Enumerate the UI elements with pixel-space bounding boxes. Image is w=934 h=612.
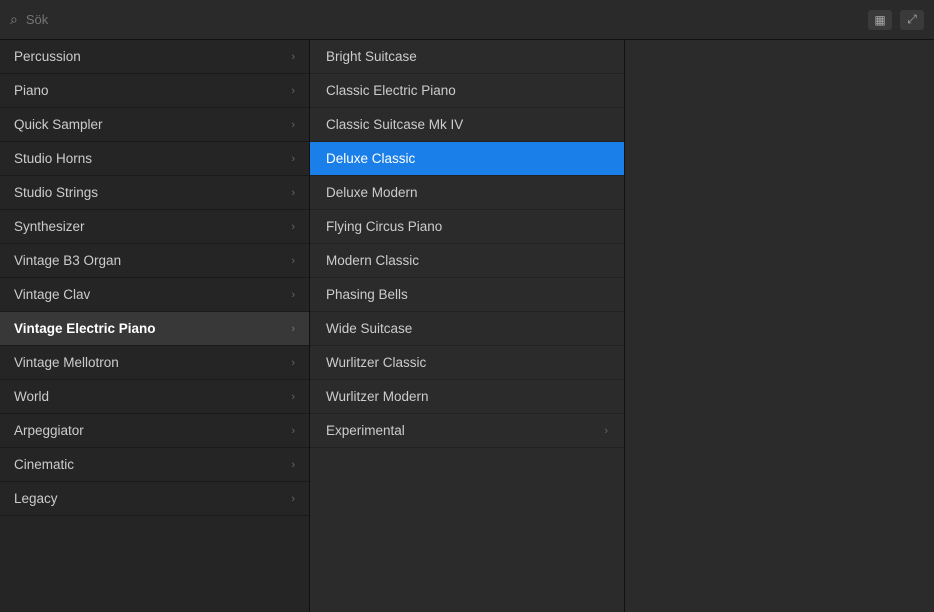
left-panel-item-label: Piano [14, 83, 49, 98]
middle-panel-item-label: Classic Suitcase Mk IV [326, 117, 463, 132]
middle-panel-item[interactable]: Flying Circus Piano [310, 210, 624, 244]
chevron-right-icon: › [291, 493, 295, 505]
left-panel-item-label: Legacy [14, 491, 58, 506]
right-panel [625, 40, 934, 612]
left-panel-item[interactable]: Synthesizer › [0, 210, 309, 244]
left-panel-item[interactable]: Vintage Electric Piano › [0, 312, 309, 346]
middle-panel-item[interactable]: Wide Suitcase [310, 312, 624, 346]
chevron-right-icon: › [291, 255, 295, 267]
grid-icon: ▦ [874, 13, 885, 27]
chevron-right-icon: › [604, 425, 608, 437]
chevron-right-icon: › [291, 289, 295, 301]
left-panel-item[interactable]: Percussion › [0, 40, 309, 74]
middle-panel-item[interactable]: Experimental › [310, 414, 624, 448]
left-panel-item[interactable]: Legacy › [0, 482, 309, 516]
middle-panel-item-label: Flying Circus Piano [326, 219, 442, 234]
left-panel-item-label: Quick Sampler [14, 117, 103, 132]
middle-panel-item-label: Wurlitzer Classic [326, 355, 426, 370]
middle-panel-item[interactable]: Wurlitzer Classic [310, 346, 624, 380]
grid-view-button[interactable]: ▦ [868, 10, 892, 30]
middle-panel-item-label: Wurlitzer Modern [326, 389, 429, 404]
left-panel-item[interactable]: Arpeggiator › [0, 414, 309, 448]
chevron-right-icon: › [291, 221, 295, 233]
left-panel-item[interactable]: World › [0, 380, 309, 414]
middle-panel-item-label: Phasing Bells [326, 287, 408, 302]
middle-panel-item[interactable]: Deluxe Classic [310, 142, 624, 176]
left-panel-item[interactable]: Vintage B3 Organ › [0, 244, 309, 278]
search-icon: ⌕ [10, 11, 18, 28]
middle-panel-item-label: Experimental [326, 423, 405, 438]
chevron-right-icon: › [291, 187, 295, 199]
middle-panel-item-label: Bright Suitcase [326, 49, 417, 64]
middle-panel-item[interactable]: Phasing Bells [310, 278, 624, 312]
left-panel-item[interactable]: Quick Sampler › [0, 108, 309, 142]
left-panel-item-label: World [14, 389, 49, 404]
collapse-button[interactable]: ⤢ [900, 10, 924, 30]
search-bar: ⌕ Sök ▦ ⤢ [0, 0, 934, 40]
left-panel-item[interactable]: Vintage Clav › [0, 278, 309, 312]
left-panel-item[interactable]: Cinematic › [0, 448, 309, 482]
left-panel: Percussion › Piano › Quick Sampler › Stu… [0, 40, 310, 612]
left-panel-item-label: Vintage B3 Organ [14, 253, 121, 268]
search-input[interactable]: Sök [26, 12, 860, 27]
chevron-right-icon: › [291, 357, 295, 369]
middle-panel-item[interactable]: Classic Suitcase Mk IV [310, 108, 624, 142]
left-panel-item-label: Arpeggiator [14, 423, 84, 438]
middle-panel-item-label: Modern Classic [326, 253, 419, 268]
chevron-right-icon: › [291, 119, 295, 131]
chevron-right-icon: › [291, 85, 295, 97]
left-panel-item-label: Vintage Clav [14, 287, 90, 302]
middle-panel-item-label: Wide Suitcase [326, 321, 412, 336]
middle-panel-item-label: Deluxe Modern [326, 185, 418, 200]
left-panel-item[interactable]: Studio Horns › [0, 142, 309, 176]
middle-panel-item[interactable]: Classic Electric Piano [310, 74, 624, 108]
left-panel-item-label: Studio Strings [14, 185, 98, 200]
left-panel-item[interactable]: Vintage Mellotron › [0, 346, 309, 380]
left-panel-item-label: Cinematic [14, 457, 74, 472]
chevron-right-icon: › [291, 323, 295, 335]
left-panel-item-label: Vintage Mellotron [14, 355, 119, 370]
middle-panel-item[interactable]: Modern Classic [310, 244, 624, 278]
middle-panel: Bright Suitcase Classic Electric Piano C… [310, 40, 625, 612]
main-content: Percussion › Piano › Quick Sampler › Stu… [0, 40, 934, 612]
chevron-right-icon: › [291, 153, 295, 165]
search-actions: ▦ ⤢ [868, 10, 924, 30]
left-panel-item-label: Synthesizer [14, 219, 85, 234]
left-panel-item[interactable]: Studio Strings › [0, 176, 309, 210]
middle-panel-item[interactable]: Deluxe Modern [310, 176, 624, 210]
middle-panel-item[interactable]: Bright Suitcase [310, 40, 624, 74]
left-panel-item-label: Studio Horns [14, 151, 92, 166]
middle-panel-item[interactable]: Wurlitzer Modern [310, 380, 624, 414]
middle-panel-item-label: Classic Electric Piano [326, 83, 456, 98]
left-panel-item[interactable]: Piano › [0, 74, 309, 108]
chevron-right-icon: › [291, 425, 295, 437]
left-panel-item-label: Vintage Electric Piano [14, 321, 156, 336]
collapse-icon: ⤢ [907, 12, 917, 27]
chevron-right-icon: › [291, 459, 295, 471]
chevron-right-icon: › [291, 391, 295, 403]
left-panel-item-label: Percussion [14, 49, 81, 64]
chevron-right-icon: › [291, 51, 295, 63]
middle-panel-item-label: Deluxe Classic [326, 151, 415, 166]
